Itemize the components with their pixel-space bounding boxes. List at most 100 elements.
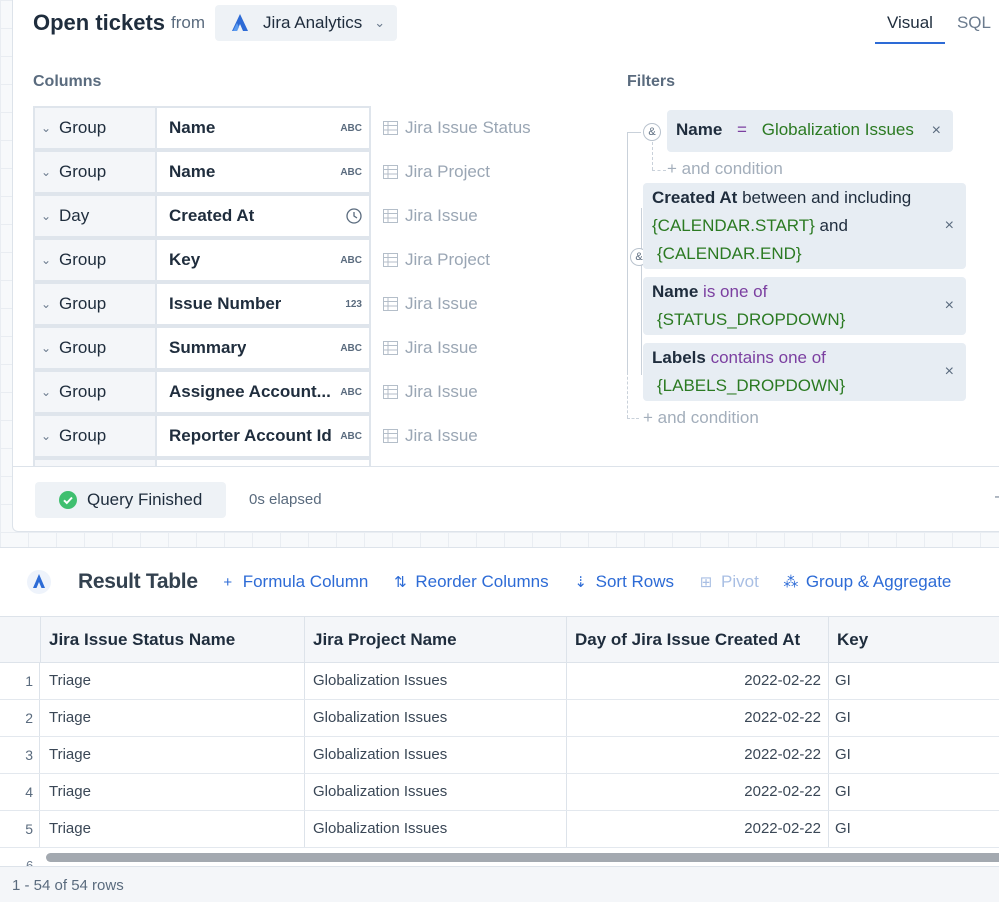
table-cell[interactable]: Globalization Issues: [305, 663, 567, 699]
table-cell[interactable]: Triage: [41, 811, 305, 847]
tab-sql[interactable]: SQL: [945, 6, 999, 44]
filter-connector: [627, 418, 639, 419]
aggregation-dropdown[interactable]: ⌄ Day: [33, 194, 157, 238]
row-index: 1: [0, 663, 40, 699]
add-condition-link[interactable]: + and condition: [643, 408, 759, 428]
table-row[interactable]: 3 Triage Globalization Issues 2022-02-22…: [0, 737, 999, 774]
chevron-down-icon: ⌄: [41, 429, 52, 443]
filter-connector: [627, 372, 628, 418]
table-cell[interactable]: GI: [829, 663, 999, 699]
table-cell[interactable]: GI: [829, 774, 999, 810]
table-cell[interactable]: Globalization Issues: [305, 774, 567, 810]
filter-chip[interactable]: Name = Globalization Issues ×: [667, 110, 953, 152]
filter-value: {STATUS_DROPDOWN}: [657, 310, 846, 329]
and-operator-icon[interactable]: &: [643, 123, 661, 141]
column-header[interactable]: Jira Project Name: [305, 617, 567, 663]
table-cell[interactable]: 2022-02-22: [567, 700, 829, 736]
column-header[interactable]: Jira Issue Status Name: [41, 617, 305, 663]
table-cell[interactable]: GI: [829, 811, 999, 847]
table-cell[interactable]: 2022-02-22: [567, 663, 829, 699]
group-aggregate-button[interactable]: ⁂ Group & Aggregate: [783, 572, 951, 592]
aggregation-label: Group: [59, 294, 107, 313]
table-row[interactable]: 2 Triage Globalization Issues 2022-02-22…: [0, 700, 999, 737]
filter-operator: between and including: [742, 188, 912, 207]
filter-chip[interactable]: Created At between and including {CALEND…: [643, 183, 966, 269]
column-name: Key: [169, 250, 201, 269]
aggregation-dropdown[interactable]: ⌄ Group: [33, 106, 157, 150]
source-selector[interactable]: Jira Analytics ⌄: [215, 5, 398, 41]
table-cell[interactable]: GI: [829, 737, 999, 773]
table-cell[interactable]: Globalization Issues: [305, 737, 567, 773]
pivot-icon: ⊞: [699, 574, 713, 591]
collapse-button[interactable]: —: [995, 488, 999, 506]
query-title[interactable]: Open tickets: [33, 10, 165, 36]
text-type-icon: ABC: [340, 342, 362, 354]
column-header[interactable]: Day of Jira Issue Created At: [567, 617, 829, 663]
aggregation-dropdown[interactable]: ⌄ Group: [33, 326, 157, 370]
column-header[interactable]: Key: [829, 617, 999, 663]
column-name-cell[interactable]: Summary ABC: [155, 326, 371, 370]
filter-value: {CALENDAR.END}: [657, 244, 802, 263]
table-row[interactable]: 5 Triage Globalization Issues 2022-02-22…: [0, 811, 999, 848]
column-name-cell[interactable]: Assignee Account... ABC: [155, 370, 371, 414]
sort-rows-button[interactable]: ⇣ Sort Rows: [573, 572, 674, 592]
reorder-columns-button[interactable]: ⇅ Reorder Columns: [392, 572, 549, 592]
table-cell[interactable]: GI: [829, 700, 999, 736]
table-row[interactable]: 1 Triage Globalization Issues 2022-02-22…: [0, 663, 999, 700]
table-cell[interactable]: Triage: [41, 774, 305, 810]
elapsed-time: 0s elapsed: [249, 491, 322, 508]
filter-joiner: and: [819, 216, 848, 235]
close-icon[interactable]: ×: [945, 292, 954, 320]
table-name: Jira Project: [405, 162, 491, 181]
table-name: Jira Project: [405, 250, 491, 269]
table-name: Jira Issue: [405, 426, 478, 445]
tab-visual[interactable]: Visual: [874, 6, 945, 44]
column-name-cell[interactable]: Created At: [155, 194, 371, 238]
result-panel: Result Table + Formula Column ⇅ Reorder Co…: [0, 547, 999, 902]
table-name: Jira Issue: [405, 294, 478, 313]
close-icon[interactable]: ×: [945, 358, 954, 386]
table-cell[interactable]: Globalization Issues: [305, 811, 567, 847]
table-cell[interactable]: 2022-02-22: [567, 737, 829, 773]
filter-chip[interactable]: Name is one of {STATUS_DROPDOWN} ×: [643, 277, 966, 335]
close-icon[interactable]: ×: [945, 212, 954, 240]
aggregation-dropdown[interactable]: ⌄ Group: [33, 238, 157, 282]
table-cell[interactable]: 2022-02-22: [567, 774, 829, 810]
aggregation-dropdown[interactable]: ⌄ Group: [33, 282, 157, 326]
aggregation-dropdown[interactable]: ⌄ Group: [33, 150, 157, 194]
table-icon: [383, 209, 398, 223]
column-table: Jira Issue: [383, 194, 478, 238]
column-name-cell[interactable]: Reporter Account Id ABC: [155, 414, 371, 458]
horizontal-scrollbar[interactable]: [46, 853, 999, 862]
aggregation-dropdown[interactable]: ⌄ Group: [33, 414, 157, 458]
filter-operator: contains one of: [710, 348, 826, 367]
table-cell[interactable]: Globalization Issues: [305, 700, 567, 736]
column-name-cell[interactable]: Name ABC: [155, 150, 371, 194]
table-cell[interactable]: 2022-02-22: [567, 811, 829, 847]
table-cell[interactable]: Triage: [41, 737, 305, 773]
button-label: Sort Rows: [595, 572, 675, 591]
chevron-down-icon: ⌄: [374, 15, 386, 30]
formula-column-button[interactable]: + Formula Column: [220, 572, 368, 592]
aggregation-dropdown[interactable]: [33, 458, 157, 466]
column-table: Jira Issue: [383, 414, 478, 458]
table-cell[interactable]: Triage: [41, 663, 305, 699]
column-name-cell[interactable]: Issue Number 123: [155, 282, 371, 326]
filter-field: Name: [676, 120, 723, 139]
close-icon[interactable]: ×: [932, 117, 941, 145]
table-row[interactable]: 4 Triage Globalization Issues 2022-02-22…: [0, 774, 999, 811]
column-name-cell[interactable]: Name ABC: [155, 106, 371, 150]
column-name-cell[interactable]: Key ABC: [155, 238, 371, 282]
pivot-button[interactable]: ⊞ Pivot: [698, 572, 759, 592]
add-condition-link[interactable]: + and condition: [667, 159, 783, 179]
filter-chip[interactable]: Labels contains one of {LABELS_DROPDOWN}…: [643, 343, 966, 401]
aggregation-dropdown[interactable]: ⌄ Group: [33, 370, 157, 414]
text-type-icon: ABC: [340, 254, 362, 266]
column-name-cell[interactable]: [155, 458, 371, 466]
column-name: Summary: [169, 338, 247, 357]
table-icon: [383, 121, 398, 135]
chevron-down-icon: ⌄: [41, 209, 52, 223]
table-cell[interactable]: Triage: [41, 700, 305, 736]
filter-value: Globalization Issues: [761, 120, 914, 139]
aggregation-label: Group: [59, 338, 107, 357]
